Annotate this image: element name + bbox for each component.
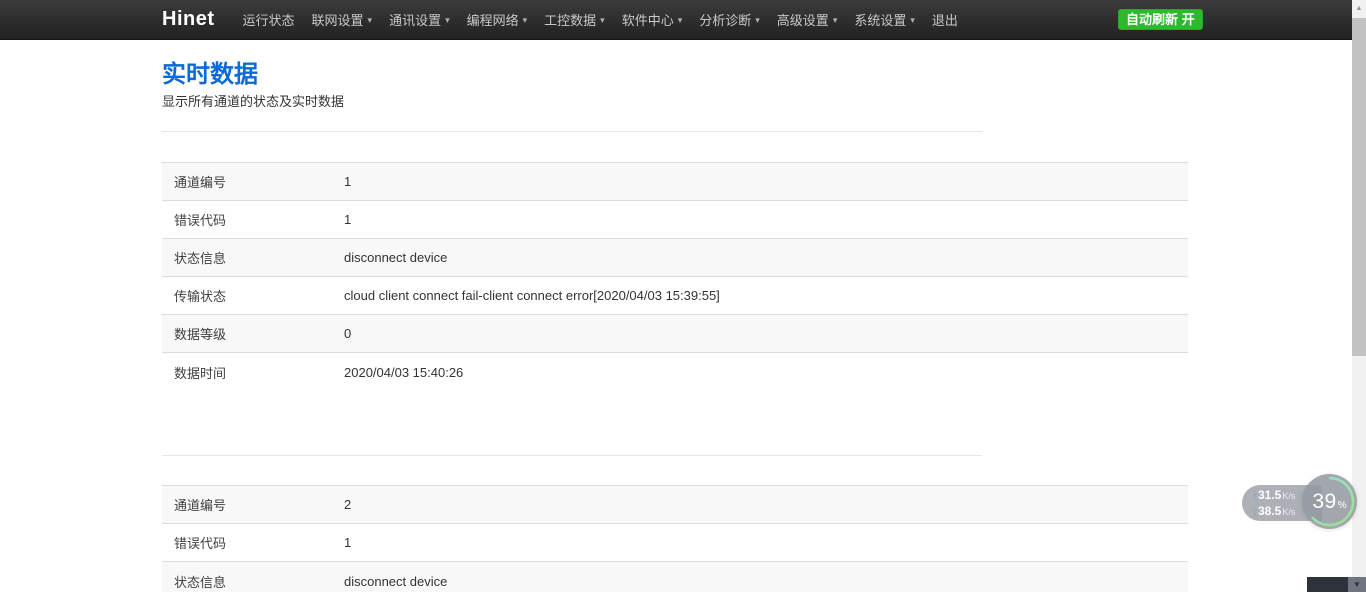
nav-item-logout[interactable]: 退出 <box>932 10 958 29</box>
download-speed-unit: K/s <box>1282 505 1295 519</box>
page-subtitle: 显示所有通道的状态及实时数据 <box>162 94 1188 109</box>
progress-percent-value: 39 <box>1312 490 1336 514</box>
download-speed-value: 38.5 <box>1258 504 1281 518</box>
row-label: 错误代码 <box>162 210 344 229</box>
nav-item-analysis-diagnosis[interactable]: 分析诊断 ▾ <box>699 10 760 29</box>
nav-item-label: 通讯设置 <box>389 10 441 29</box>
section-divider <box>162 455 982 456</box>
row-value: 1 <box>344 174 1188 189</box>
nav-item-label: 编程网络 <box>467 10 519 29</box>
bottom-corner-overlay: ▼ <box>1307 577 1366 592</box>
chevron-down-icon: ▾ <box>678 16 683 25</box>
row-label: 传输状态 <box>162 286 344 305</box>
row-label: 通道编号 <box>162 495 344 514</box>
nav-item-label: 分析诊断 <box>699 10 751 29</box>
table-row: 通道编号 1 <box>162 163 1188 201</box>
nav-item-industrial-data[interactable]: 工控数据 ▾ <box>544 10 605 29</box>
channel-2-table: 通道编号 2 错误代码 1 状态信息 disconnect device <box>162 485 1188 592</box>
row-value: 1 <box>344 535 1188 550</box>
nav-item-programming-network[interactable]: 编程网络 ▾ <box>467 10 528 29</box>
table-row: 传输状态 cloud client connect fail-client co… <box>162 277 1188 315</box>
nav-item-network-settings[interactable]: 联网设置 ▾ <box>312 10 373 29</box>
nav-item-label: 运行状态 <box>243 10 295 29</box>
chevron-down-icon: ▾ <box>368 16 373 25</box>
nav-item-label: 退出 <box>932 10 958 29</box>
table-row: 状态信息 disconnect device <box>162 239 1188 277</box>
row-value: 0 <box>344 326 1188 341</box>
row-value: 2 <box>344 497 1188 512</box>
nav-item-advanced-settings[interactable]: 高级设置 ▾ <box>777 10 838 29</box>
main-content: 实时数据 显示所有通道的状态及实时数据 通道编号 1 错误代码 1 状态信息 d… <box>162 62 1188 592</box>
table-row: 错误代码 1 <box>162 201 1188 239</box>
table-row: 错误代码 1 <box>162 524 1188 562</box>
scroll-up-icon[interactable]: ▲ <box>1352 0 1366 16</box>
table-row: 数据等级 0 <box>162 315 1188 353</box>
table-row: 状态信息 disconnect device <box>162 562 1188 592</box>
progress-percent-widget[interactable]: 39 % <box>1302 474 1357 529</box>
brand-logo[interactable]: Hinet <box>162 8 215 31</box>
row-value: disconnect device <box>344 574 1188 589</box>
upload-speed-unit: K/s <box>1282 489 1295 503</box>
nav-item-run-status[interactable]: 运行状态 <box>243 10 295 29</box>
row-label: 数据时间 <box>162 363 344 382</box>
chevron-down-icon: ▾ <box>445 16 450 25</box>
row-label: 错误代码 <box>162 533 344 552</box>
row-label: 状态信息 <box>162 572 344 591</box>
row-value: disconnect device <box>344 250 1188 265</box>
nav-item-comm-settings[interactable]: 通讯设置 ▾ <box>389 10 450 29</box>
download-arrow-icon: ↓ <box>1252 506 1257 520</box>
channel-1-table: 通道编号 1 错误代码 1 状态信息 disconnect device 传输状… <box>162 162 1188 391</box>
nav-item-software-center[interactable]: 软件中心 ▾ <box>622 10 683 29</box>
chevron-down-icon: ▾ <box>833 16 838 25</box>
upload-arrow-icon: ↑ <box>1252 490 1257 504</box>
chevron-down-icon: ▾ <box>755 16 760 25</box>
chevron-down-icon: ▾ <box>523 16 528 25</box>
nav-item-label: 系统设置 <box>854 10 906 29</box>
auto-refresh-toggle-badge[interactable]: 自动刷新 开 <box>1118 9 1203 30</box>
top-navbar: Hinet 运行状态 联网设置 ▾ 通讯设置 ▾ 编程网络 ▾ 工控数据 ▾ 软… <box>0 0 1366 40</box>
progress-percent-text: 39 % <box>1312 490 1346 514</box>
row-value: 2020/04/03 15:40:26 <box>344 365 1188 380</box>
table-row: 数据时间 2020/04/03 15:40:26 <box>162 353 1188 391</box>
nav-item-label: 软件中心 <box>622 10 674 29</box>
chevron-down-icon: ▾ <box>910 16 915 25</box>
nav-item-system-settings[interactable]: 系统设置 ▾ <box>854 10 915 29</box>
row-value: cloud client connect fail-client connect… <box>344 288 1188 303</box>
nav-item-label: 联网设置 <box>312 10 364 29</box>
chevron-down-icon[interactable]: ▼ <box>1348 577 1366 592</box>
row-label: 通道编号 <box>162 172 344 191</box>
chevron-down-icon: ▾ <box>600 16 605 25</box>
upload-speed-value: 31.5 <box>1258 488 1281 502</box>
scrollbar-thumb[interactable] <box>1352 18 1366 356</box>
nav-item-label: 工控数据 <box>544 10 596 29</box>
row-value: 1 <box>344 212 1188 227</box>
page-title: 实时数据 <box>162 62 1188 88</box>
progress-percent-unit: % <box>1338 500 1347 511</box>
row-label: 状态信息 <box>162 248 344 267</box>
row-label: 数据等级 <box>162 324 344 343</box>
nav-item-label: 高级设置 <box>777 10 829 29</box>
section-divider <box>162 131 982 132</box>
table-row: 通道编号 2 <box>162 486 1188 524</box>
